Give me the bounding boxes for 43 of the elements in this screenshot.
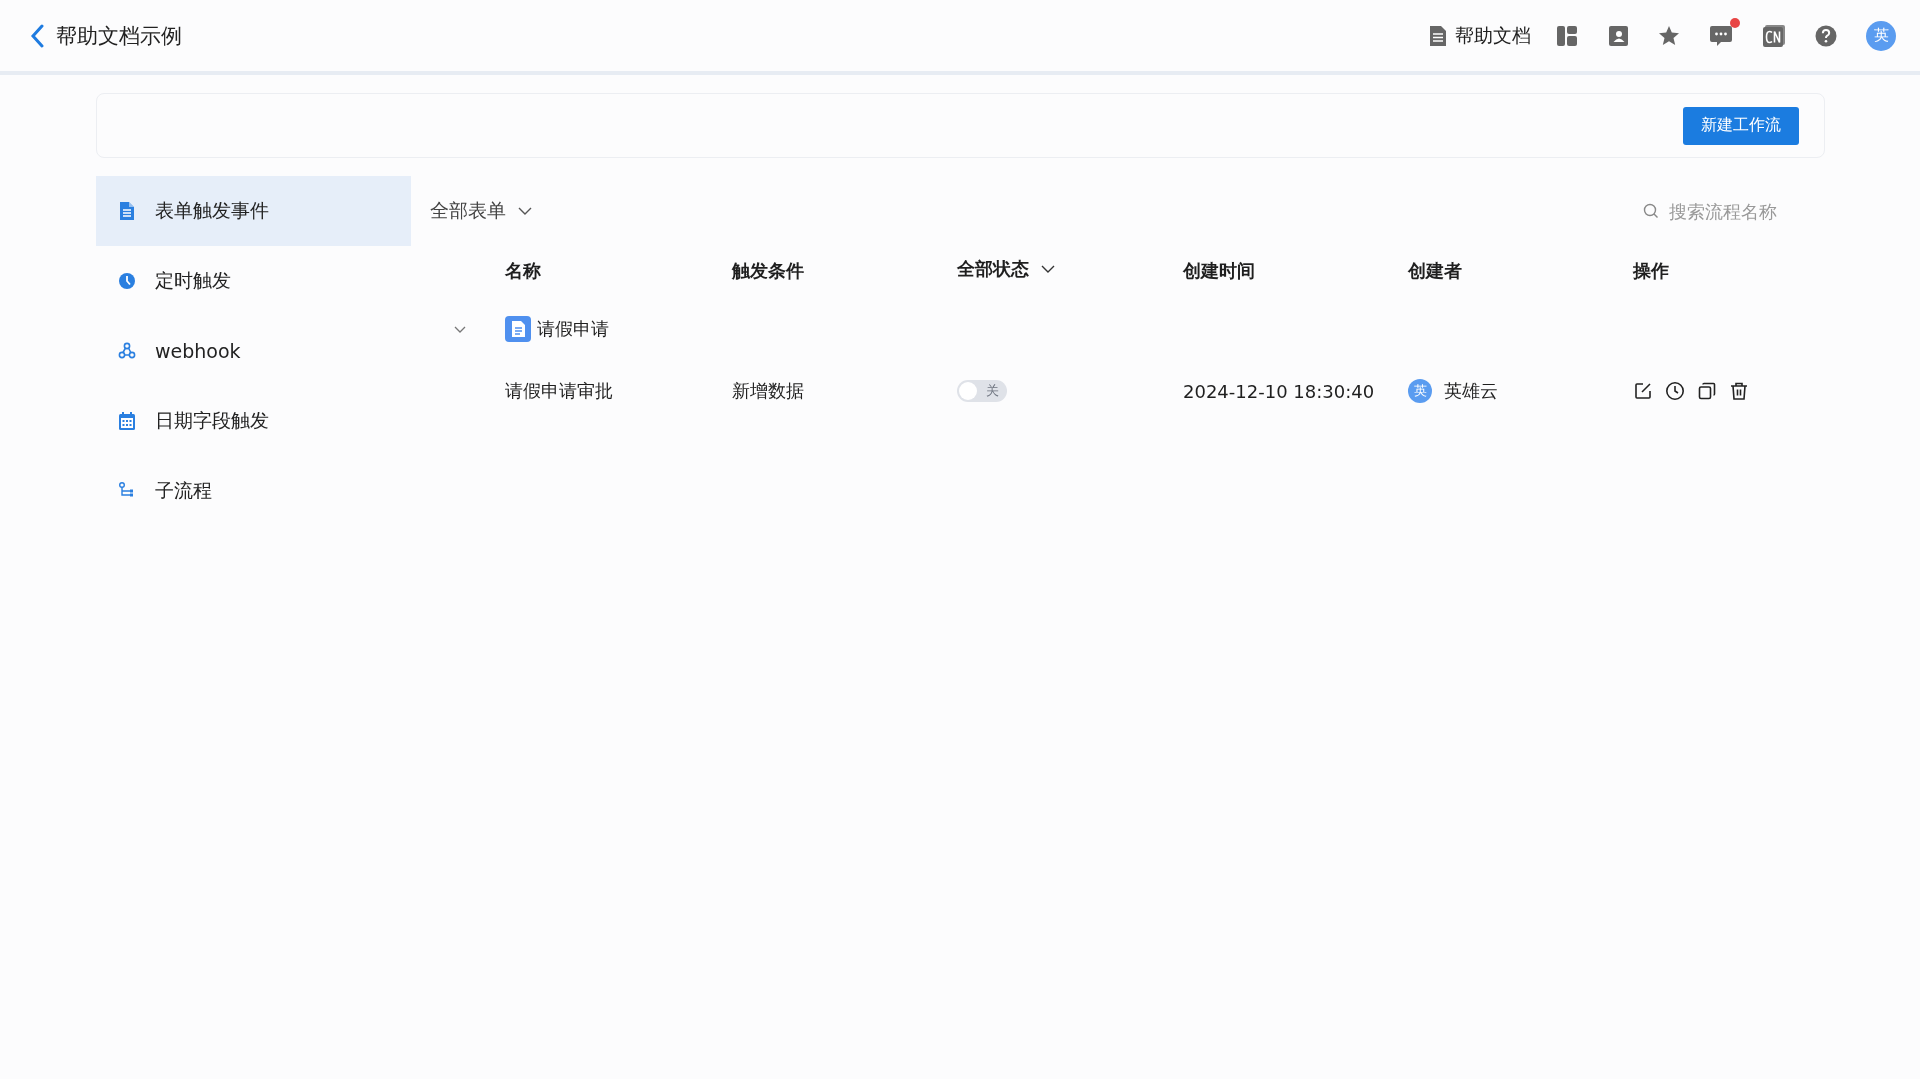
- creator-name: 英雄云: [1444, 379, 1498, 403]
- help-icon[interactable]: [1815, 24, 1837, 47]
- star-icon[interactable]: [1658, 24, 1680, 47]
- table-cell-text: 2024-12-10 18:30:40: [1183, 380, 1376, 402]
- group-name: 请假申请: [537, 316, 609, 341]
- document-icon: [1429, 24, 1447, 47]
- new-workflow-button[interactable]: 新建工作流: [1683, 106, 1799, 145]
- sidebar-item[interactable]: webhook: [96, 316, 411, 386]
- sidebar-item[interactable]: 日期字段触发: [96, 386, 411, 456]
- column-header: 创建时间: [1183, 259, 1256, 283]
- status-filter[interactable]: 全部状态: [957, 257, 1183, 281]
- sidebar-item[interactable]: 子流程: [96, 456, 411, 526]
- copy-icon[interactable]: [1697, 381, 1717, 401]
- table-cell-text: 请假申请审批: [505, 379, 614, 403]
- table-cell-text: 新增数据: [732, 379, 805, 403]
- sidebar-item[interactable]: 定时触发: [96, 246, 411, 316]
- sidebar-item[interactable]: 表单触发事件: [96, 176, 411, 246]
- contacts-icon[interactable]: [1607, 24, 1629, 47]
- layout-icon[interactable]: [1556, 24, 1578, 47]
- column-header: 名称: [505, 259, 542, 283]
- form-select[interactable]: 全部表单: [430, 198, 532, 224]
- column-header: 操作: [1633, 259, 1670, 283]
- search-icon: [1643, 203, 1659, 219]
- form-icon: [505, 315, 531, 342]
- column-header: 创建者: [1408, 259, 1463, 283]
- edit-icon[interactable]: [1633, 381, 1653, 401]
- search-field[interactable]: 搜索流程名称: [1643, 199, 1833, 223]
- clock-icon: [118, 271, 136, 291]
- page-title: 帮助文档示例: [56, 22, 182, 50]
- form-icon: [118, 201, 136, 221]
- language-icon[interactable]: [1762, 23, 1786, 48]
- user-avatar: 英: [1408, 379, 1432, 403]
- chevron-down-icon: [1041, 265, 1055, 273]
- chevron-down-icon: [518, 207, 532, 215]
- calendar-icon: [118, 411, 136, 431]
- back-icon[interactable]: [30, 23, 44, 48]
- clock-icon[interactable]: [1665, 381, 1685, 401]
- column-header: 触发条件: [732, 259, 805, 283]
- message-icon[interactable]: [1709, 24, 1733, 47]
- status-toggle[interactable]: 关: [957, 380, 1007, 402]
- delete-icon[interactable]: [1729, 381, 1749, 401]
- webhook-icon: [118, 341, 136, 361]
- help-docs-link[interactable]: 帮助文档: [1429, 22, 1531, 49]
